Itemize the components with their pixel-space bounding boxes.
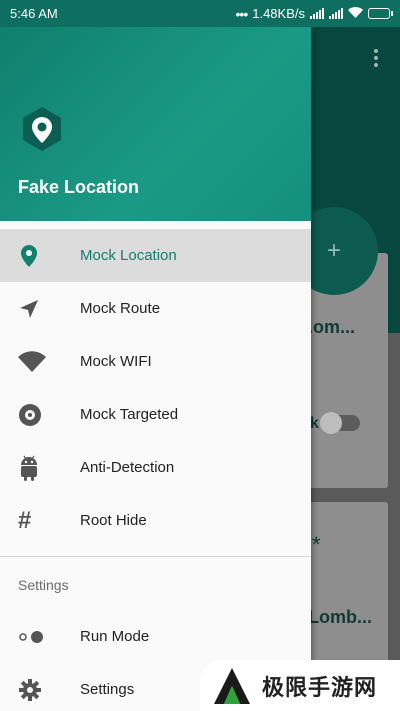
- menu-item-label: Root Hide: [80, 512, 147, 529]
- menu-item-mock-wifi[interactable]: Mock WIFI: [0, 335, 311, 388]
- notification-dots-icon: •••: [235, 5, 249, 22]
- overflow-menu-icon[interactable]: [374, 49, 378, 70]
- battery-icon: [368, 8, 393, 19]
- menu-item-label: Settings: [80, 681, 135, 698]
- drawer-header: Fake Location: [0, 27, 311, 221]
- status-time: 5:46 AM: [10, 6, 58, 21]
- watermark-text: 极限手游网: [262, 675, 378, 701]
- status-bar: 5:46 AM ••• 1.48KB/s: [0, 0, 400, 27]
- signal-icon: [329, 8, 343, 19]
- background-card-text: *: [312, 532, 321, 557]
- menu-item-label: Anti-Detection: [80, 459, 175, 476]
- app-name: Fake Location: [18, 177, 140, 197]
- wifi-icon: [348, 6, 363, 21]
- watermark: 极限手游网: [200, 660, 400, 711]
- status-icons: ••• 1.48KB/s: [235, 5, 393, 22]
- location-pin-icon: [0, 244, 80, 268]
- menu-item-label: Mock Location: [80, 247, 177, 264]
- drawer-menu: Mock Location Mock Route Mock WIFI Mock …: [0, 221, 311, 711]
- network-speed: 1.48KB/s: [252, 6, 305, 21]
- wifi-icon: [0, 350, 80, 373]
- menu-item-label: Mock Targeted: [80, 406, 179, 423]
- gear-icon: [0, 678, 80, 702]
- background-toggle[interactable]: [320, 412, 360, 434]
- menu-item-run-mode[interactable]: Run Mode: [0, 610, 311, 663]
- background-card-text: k: [310, 415, 319, 432]
- menu-item-mock-location[interactable]: Mock Location: [0, 229, 311, 282]
- watermark-logo-icon: [214, 667, 250, 704]
- background-card-title: .om...: [308, 317, 356, 337]
- menu-item-root-hide[interactable]: # Root Hide: [0, 494, 311, 547]
- menu-item-label: Run Mode: [80, 628, 150, 645]
- android-icon: [0, 455, 80, 481]
- menu-item-label: Mock WIFI: [80, 353, 152, 370]
- navigation-drawer: Fake Location Mock Location Mock Route M…: [0, 27, 311, 711]
- toggle-mode-icon: [0, 629, 80, 645]
- navigation-arrow-icon: [0, 298, 80, 320]
- background-card-title: Lomb...: [308, 607, 372, 627]
- signal-icon: [310, 8, 324, 19]
- menu-item-anti-detection[interactable]: Anti-Detection: [0, 441, 311, 494]
- hash-icon: #: [18, 506, 32, 534]
- menu-item-label: Mock Route: [80, 300, 161, 317]
- menu-item-mock-targeted[interactable]: Mock Targeted: [0, 388, 311, 441]
- location-gear-icon: [23, 107, 61, 151]
- target-disc-icon: [0, 403, 80, 427]
- menu-item-mock-route[interactable]: Mock Route: [0, 282, 311, 335]
- settings-section-title: Settings: [18, 577, 69, 593]
